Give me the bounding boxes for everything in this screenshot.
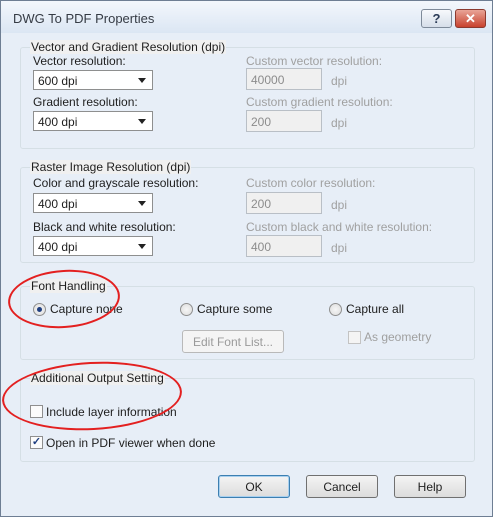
capture-all-radio[interactable] bbox=[329, 303, 342, 316]
custom-gradient-input[interactable]: 200 bbox=[246, 110, 322, 132]
include-layer-label[interactable]: Include layer information bbox=[46, 405, 177, 419]
bw-resolution-dropdown[interactable]: 400 dpi bbox=[33, 236, 153, 256]
vector-group-title: Vector and Gradient Resolution (dpi) bbox=[30, 40, 227, 54]
question-icon: ? bbox=[432, 11, 441, 26]
custom-vector-unit: dpi bbox=[331, 74, 348, 88]
custom-bw-unit: dpi bbox=[331, 241, 348, 255]
custom-color-unit: dpi bbox=[331, 198, 348, 212]
color-resolution-label: Color and grayscale resolution: bbox=[33, 176, 199, 190]
as-geometry-checkbox[interactable] bbox=[348, 331, 361, 344]
custom-vector-label: Custom vector resolution: bbox=[246, 54, 383, 68]
output-group-title: Additional Output Setting bbox=[30, 371, 165, 385]
chevron-down-icon bbox=[138, 119, 146, 124]
title-bar: DWG To PDF Properties ? ✕ bbox=[1, 1, 492, 33]
include-layer-checkbox[interactable] bbox=[30, 405, 43, 418]
title-close-button[interactable]: ✕ bbox=[455, 9, 486, 28]
custom-vector-value: 40000 bbox=[251, 73, 285, 87]
font-group-title: Font Handling bbox=[30, 279, 107, 293]
open-viewer-checkbox[interactable]: ✓ bbox=[30, 436, 43, 449]
custom-color-value: 200 bbox=[251, 197, 272, 211]
chevron-down-icon bbox=[138, 244, 146, 249]
gradient-resolution-value: 400 dpi bbox=[38, 115, 78, 129]
gradient-resolution-label: Gradient resolution: bbox=[33, 95, 138, 109]
help-label: Help bbox=[417, 479, 443, 494]
open-viewer-label[interactable]: Open in PDF viewer when done bbox=[46, 436, 215, 450]
raster-group-title: Raster Image Resolution (dpi) bbox=[30, 160, 192, 174]
edit-font-list-label: Edit Font List... bbox=[192, 334, 274, 349]
as-geometry-label[interactable]: As geometry bbox=[364, 330, 431, 344]
ok-label: OK bbox=[245, 479, 263, 494]
custom-gradient-value: 200 bbox=[251, 115, 272, 129]
bw-resolution-value: 400 dpi bbox=[38, 240, 78, 254]
close-icon: ✕ bbox=[465, 10, 476, 26]
capture-some-radio[interactable] bbox=[180, 303, 193, 316]
vector-resolution-dropdown[interactable]: 600 dpi bbox=[33, 70, 153, 90]
cancel-button[interactable]: Cancel bbox=[306, 475, 378, 498]
color-resolution-value: 400 dpi bbox=[38, 197, 78, 211]
custom-bw-value: 400 bbox=[251, 240, 272, 254]
vector-resolution-label: Vector resolution: bbox=[33, 54, 126, 68]
chevron-down-icon bbox=[138, 78, 146, 83]
chevron-down-icon bbox=[138, 201, 146, 206]
capture-none-label[interactable]: Capture none bbox=[50, 302, 123, 316]
custom-gradient-label: Custom gradient resolution: bbox=[246, 95, 393, 109]
help-button[interactable]: Help bbox=[394, 475, 466, 498]
color-resolution-dropdown[interactable]: 400 dpi bbox=[33, 193, 153, 213]
capture-all-label[interactable]: Capture all bbox=[346, 302, 404, 316]
capture-some-label[interactable]: Capture some bbox=[197, 302, 272, 316]
title-help-button[interactable]: ? bbox=[421, 9, 452, 28]
custom-gradient-unit: dpi bbox=[331, 116, 348, 130]
custom-color-input[interactable]: 200 bbox=[246, 192, 322, 214]
window-title: DWG To PDF Properties bbox=[13, 11, 155, 26]
ok-button[interactable]: OK bbox=[218, 475, 290, 498]
vector-resolution-value: 600 dpi bbox=[38, 74, 78, 88]
custom-vector-input[interactable]: 40000 bbox=[246, 68, 322, 90]
capture-none-radio[interactable] bbox=[33, 303, 46, 316]
bw-resolution-label: Black and white resolution: bbox=[33, 220, 176, 234]
edit-font-list-button[interactable]: Edit Font List... bbox=[182, 330, 284, 353]
custom-color-label: Custom color resolution: bbox=[246, 176, 376, 190]
gradient-resolution-dropdown[interactable]: 400 dpi bbox=[33, 111, 153, 131]
custom-bw-input[interactable]: 400 bbox=[246, 235, 322, 257]
cancel-label: Cancel bbox=[323, 479, 361, 494]
custom-bw-label: Custom black and white resolution: bbox=[246, 220, 433, 234]
